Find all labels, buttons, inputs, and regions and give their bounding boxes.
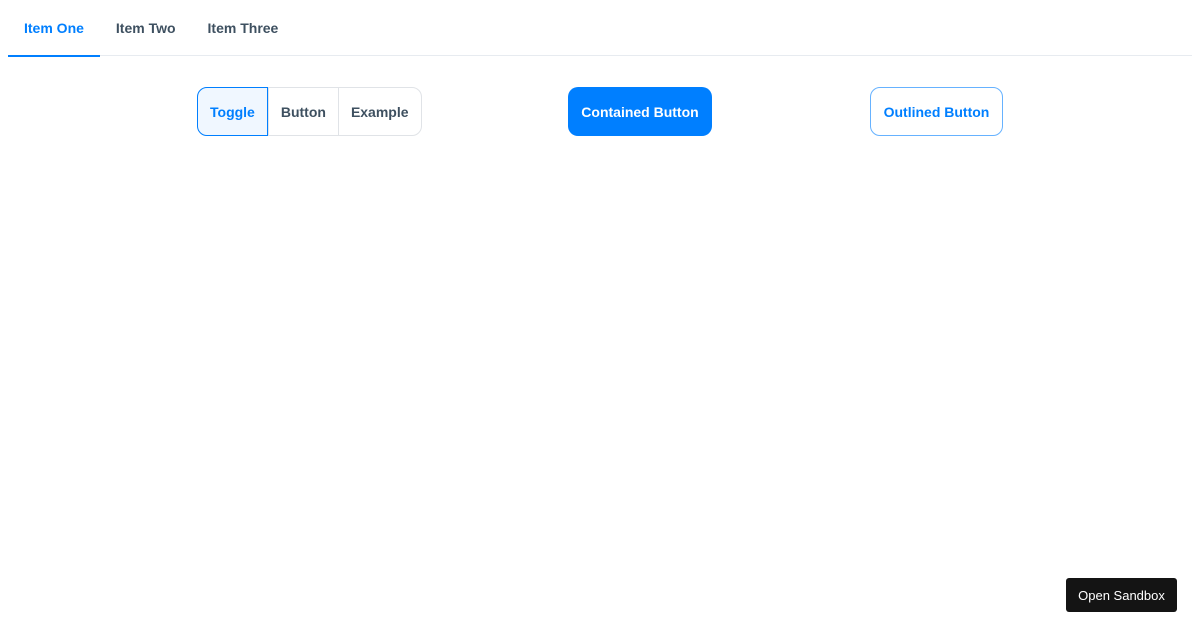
- toggle-button-group: Toggle Button Example: [197, 87, 422, 136]
- tab-item-one[interactable]: Item One: [8, 0, 100, 57]
- contained-button[interactable]: Contained Button: [568, 87, 712, 136]
- page: Item One Item Two Item Three Toggle Butt…: [0, 0, 1200, 630]
- toggle-button-example[interactable]: Example: [337, 88, 421, 135]
- tab-bar: Item One Item Two Item Three: [8, 0, 1192, 57]
- toggle-button-button[interactable]: Button: [267, 88, 338, 135]
- outlined-button[interactable]: Outlined Button: [870, 87, 1003, 136]
- tab-item-three[interactable]: Item Three: [192, 0, 295, 56]
- open-sandbox-button[interactable]: Open Sandbox: [1066, 578, 1177, 612]
- tab-item-two[interactable]: Item Two: [100, 0, 192, 56]
- toggle-button-toggle[interactable]: Toggle: [197, 87, 268, 136]
